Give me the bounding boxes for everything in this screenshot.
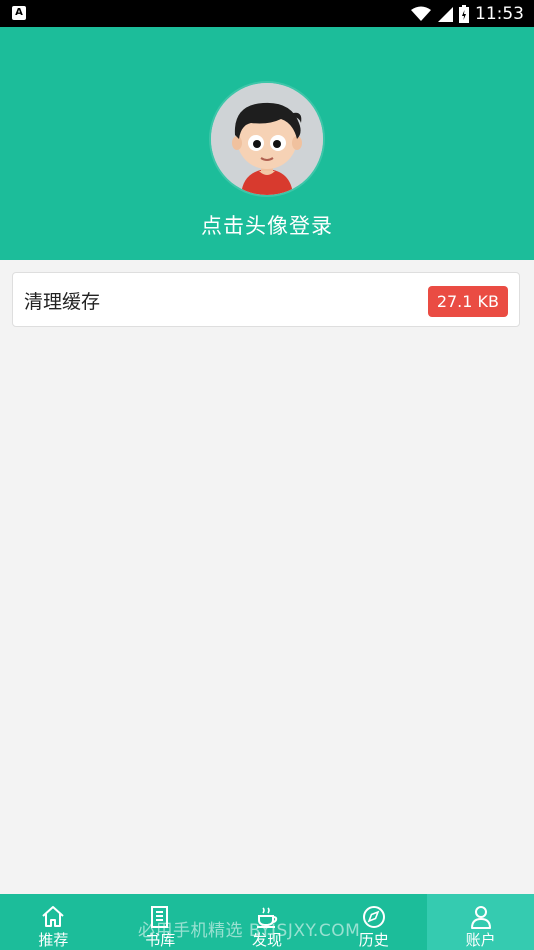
nav-label: 发现: [251, 931, 282, 949]
status-icons: 11:53: [411, 3, 524, 25]
clear-cache-label: 清理缓存: [24, 291, 101, 313]
login-prompt[interactable]: 点击头像登录: [0, 210, 534, 240]
nav-label: 推荐: [38, 931, 69, 949]
status-bar: A 11:53: [0, 0, 534, 27]
nav-label: 书库: [145, 931, 176, 949]
bottom-nav: 推荐 书库 发现 历史 账户: [0, 894, 534, 950]
profile-header: 点击头像登录: [0, 27, 534, 260]
nav-item-account[interactable]: 账户: [427, 894, 534, 950]
status-time: 11:53: [475, 4, 524, 24]
signal-icon: [438, 7, 453, 22]
cache-size-badge: 27.1 KB: [427, 286, 508, 317]
avatar-cartoon-boy-icon: [211, 83, 323, 195]
clear-cache-row[interactable]: 清理缓存 27.1 KB: [12, 272, 520, 327]
compass-icon: [362, 906, 385, 928]
home-icon: [42, 906, 65, 927]
user-icon: [470, 906, 491, 929]
nav-item-recommend[interactable]: 推荐: [0, 894, 107, 950]
avatar[interactable]: [211, 83, 323, 195]
nav-item-history[interactable]: 历史: [320, 894, 427, 950]
book-icon: [151, 906, 169, 928]
nav-label: 历史: [358, 931, 389, 949]
cup-icon: [256, 907, 278, 928]
notification-a-icon: A: [12, 6, 26, 20]
nav-label: 账户: [465, 931, 496, 949]
wifi-icon: [411, 6, 431, 21]
nav-item-discover[interactable]: 发现: [214, 894, 321, 950]
nav-item-library[interactable]: 书库: [107, 894, 214, 950]
battery-icon: [459, 5, 469, 23]
